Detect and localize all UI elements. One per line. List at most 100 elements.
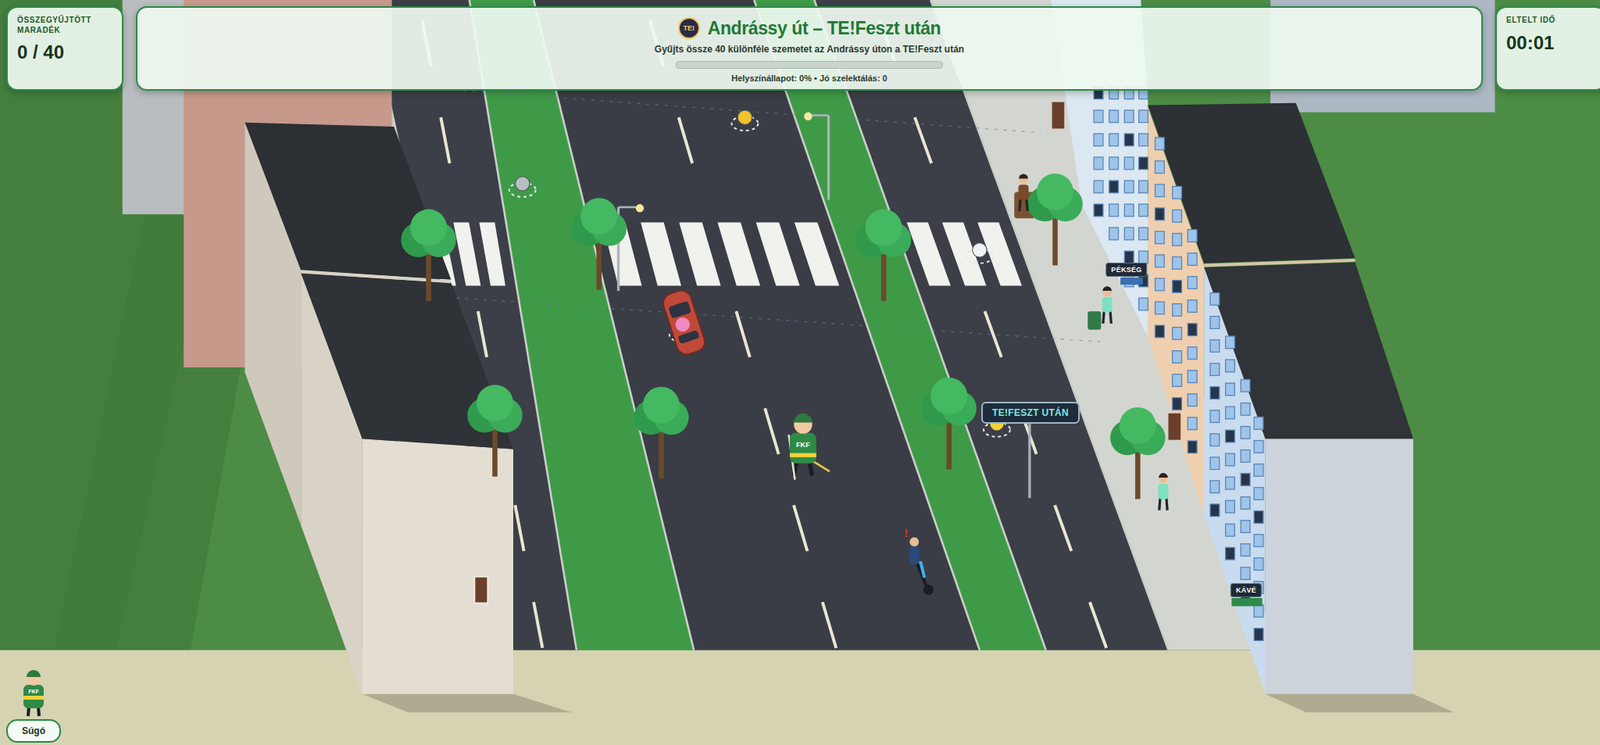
crosswalk-stripe <box>907 222 951 286</box>
lane-dash <box>440 117 450 164</box>
svg-text:FKF: FKF <box>28 688 40 694</box>
help-area: FKF Súgó <box>6 668 61 743</box>
window <box>1253 487 1264 500</box>
grass <box>0 0 1600 745</box>
window <box>1187 393 1197 407</box>
crosswalk-stripe <box>717 222 761 286</box>
window <box>1093 110 1104 123</box>
window <box>1172 257 1183 270</box>
lane-dash <box>822 601 836 648</box>
window <box>1155 160 1165 174</box>
window <box>1109 157 1119 170</box>
tree <box>1027 173 1083 265</box>
window <box>1187 346 1197 360</box>
cafe-sign: KÁVÉ <box>1230 582 1262 597</box>
window <box>1253 510 1264 524</box>
event-sign: TE!FESZT UTÁN <box>981 401 1080 424</box>
window <box>1210 363 1220 376</box>
window <box>1139 250 1149 264</box>
window <box>1139 297 1149 311</box>
window <box>1210 503 1220 517</box>
window <box>1109 133 1119 147</box>
timer-panel: ELTELT IDŐ00:01 <box>1495 6 1600 91</box>
curb <box>814 0 1046 650</box>
shadow <box>362 693 572 712</box>
crosswalk-stripe <box>640 222 682 286</box>
window <box>1124 157 1134 170</box>
window <box>1240 378 1250 392</box>
window <box>1225 500 1236 513</box>
window <box>1253 628 1264 641</box>
tree <box>633 386 690 479</box>
window <box>1240 403 1250 416</box>
bakery-sign: PÉKSÉG <box>1105 262 1147 277</box>
window <box>1172 397 1183 411</box>
building-wall <box>1265 438 1414 693</box>
awning <box>1120 277 1143 285</box>
roof <box>300 273 514 450</box>
window <box>1210 339 1220 353</box>
trash-bin[interactable] <box>1087 310 1101 329</box>
window <box>1139 227 1149 240</box>
window <box>1124 203 1134 217</box>
window <box>1124 180 1134 193</box>
window <box>1109 203 1119 217</box>
window <box>1139 203 1149 217</box>
window <box>1240 496 1250 510</box>
window <box>1253 604 1264 618</box>
level-subtitle: Gyűjts össze 40 különféle szemetet az An… <box>654 43 965 55</box>
game-screen: ! FKF TE!FESZT UTÁN PÉKSÉG KÁVÉ ÖSSZEGYŰJTÖTT… <box>0 0 1600 745</box>
litter-item[interactable] <box>966 242 993 264</box>
tree <box>467 384 523 476</box>
street-scene[interactable]: ! FKF <box>0 0 1600 745</box>
window <box>1155 184 1165 197</box>
lane-dash <box>478 310 487 358</box>
tree <box>921 377 977 469</box>
building-wall <box>362 438 514 693</box>
window <box>1253 440 1264 454</box>
pedestrian <box>1157 472 1168 511</box>
window <box>1155 231 1165 244</box>
level-panel: TE!Andrássy út – TE!Feszt utánGyűjts öss… <box>135 6 1483 91</box>
window <box>1240 520 1250 533</box>
window <box>1155 207 1165 221</box>
collected-value: 0 / 40 <box>17 41 113 64</box>
window <box>1172 303 1183 317</box>
lane-dash <box>1089 601 1107 648</box>
window <box>1093 157 1104 170</box>
window <box>1155 278 1165 291</box>
window <box>1225 546 1236 560</box>
lane-dash <box>764 407 779 454</box>
window <box>1172 210 1183 223</box>
window <box>1210 386 1220 400</box>
window <box>1240 473 1250 486</box>
window <box>1172 185 1183 199</box>
window <box>1139 157 1149 170</box>
window <box>1124 227 1134 240</box>
help-button[interactable]: Súgó <box>6 718 61 743</box>
window <box>1253 417 1264 430</box>
window <box>1172 280 1183 293</box>
litter-item[interactable] <box>675 317 690 332</box>
collected-panel: ÖSSZEGYŰJTÖTTMARADÉK0 / 40 <box>6 6 124 91</box>
window <box>1124 133 1134 147</box>
window <box>1225 359 1236 372</box>
player[interactable]: FKF <box>789 413 830 480</box>
festival-logo: TE! <box>678 17 700 40</box>
window <box>1225 429 1236 443</box>
litter-item[interactable] <box>509 176 536 197</box>
cyclist: ! <box>903 526 934 595</box>
pedestrian <box>1018 174 1029 212</box>
helper-character-icon: FKF <box>17 668 50 718</box>
window <box>1187 370 1197 383</box>
pedestrian <box>1102 285 1113 324</box>
window <box>1187 253 1197 266</box>
crosswalk-stripe <box>678 222 721 286</box>
window <box>1225 335 1236 349</box>
roof <box>1203 262 1414 440</box>
litter-item[interactable] <box>731 110 758 131</box>
window <box>1172 374 1183 387</box>
window <box>1155 325 1165 338</box>
awning <box>1231 597 1262 606</box>
window <box>1172 327 1183 340</box>
